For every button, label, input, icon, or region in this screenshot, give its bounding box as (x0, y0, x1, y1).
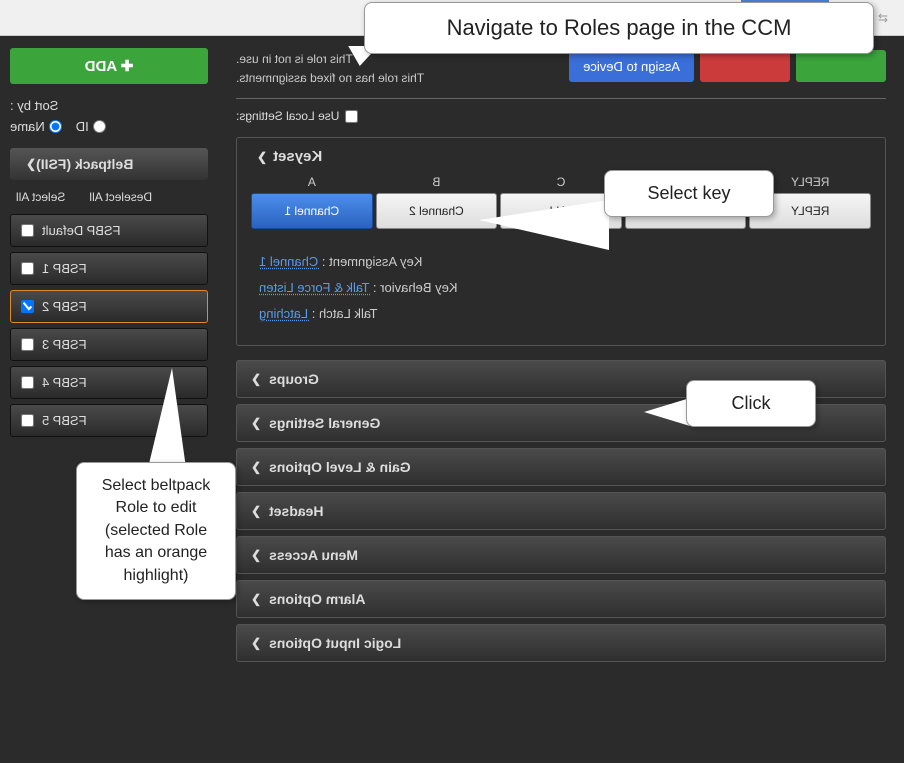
green-button[interactable] (796, 50, 886, 82)
role-label: FSBP 1 (42, 261, 87, 276)
callout-click: Click (686, 380, 816, 427)
role-checkbox[interactable] (21, 414, 34, 427)
callout-select-role: Select beltpack Role to edit (selected R… (76, 462, 236, 600)
role-label: FSBP Default (42, 223, 121, 238)
section-label: Gain & Level Options (269, 459, 411, 475)
chevron-right-icon: ❯ (251, 592, 261, 606)
keyset-title[interactable]: ❯ Keyset (251, 148, 871, 165)
group-label: Beltpack (FSII) (36, 156, 133, 172)
status-line: This role has no fixed assignments. (236, 69, 424, 88)
key-column-label: A (251, 175, 373, 189)
select-all-link[interactable]: Select All (16, 190, 65, 204)
chevron-right-icon: ❯ (251, 372, 261, 386)
sort-options: Name ID (10, 119, 208, 134)
role-checkbox[interactable] (21, 300, 34, 313)
section-label: Alarm Options (269, 591, 365, 607)
chevron-right-icon: ❯ (251, 636, 261, 650)
key-assignment-link[interactable]: Channel 1 (259, 254, 318, 269)
local-settings-row: Use Local Settings: (236, 109, 886, 123)
status-block: This role is not in use. This role has n… (236, 50, 424, 88)
key-behavior-link[interactable]: Talk & Force Listen (259, 280, 370, 295)
role-checkbox[interactable] (21, 224, 34, 237)
role-label: FSBP 3 (42, 337, 87, 352)
talk-latch-label: Talk Latch : (312, 306, 378, 321)
callout-select-key: Select key (604, 170, 774, 217)
talk-latch-link[interactable]: Latching (259, 306, 308, 321)
section-header[interactable]: ❯ Menu Access (236, 536, 886, 574)
section-header[interactable]: ❯ Alarm Options (236, 580, 886, 618)
section-label: Groups (269, 371, 319, 387)
role-label: FSBP 4 (42, 375, 87, 390)
section-label: Menu Access (269, 547, 358, 563)
section-header[interactable]: ❯ Headset (236, 492, 886, 530)
red-button[interactable] (700, 50, 790, 82)
chevron-right-icon: ❯ (251, 416, 261, 430)
local-settings-label: Use Local Settings: (236, 109, 339, 123)
chevron-right-icon: ❯ (251, 460, 261, 474)
select-links: Select All Deselect All (10, 190, 208, 204)
role-item[interactable]: FSBP 2 (10, 290, 208, 323)
role-item[interactable]: FSBP 3 (10, 328, 208, 361)
sort-id-option[interactable]: ID (76, 119, 106, 134)
section-label: Logic Input Options (269, 635, 401, 651)
local-settings-checkbox[interactable] (345, 110, 358, 123)
callout-tail (644, 398, 690, 426)
group-beltpack[interactable]: ❯ Beltpack (FSII) (10, 148, 208, 180)
sort-name-radio[interactable] (49, 120, 62, 133)
role-label: FSBP 5 (42, 413, 87, 428)
callout-tail (479, 200, 609, 250)
role-item[interactable]: FSBP Default (10, 214, 208, 247)
chevron-right-icon: ❯ (251, 504, 261, 518)
chevron-down-icon: ❯ (257, 150, 267, 164)
chevron-down-icon: ❯ (26, 157, 36, 171)
key-assignment-label: Key Assignment : (322, 254, 422, 269)
section-label: General Settings (269, 415, 380, 431)
key-behavior-label: Key Behavior : (373, 280, 458, 295)
key-column: A Channel 1 (251, 175, 373, 229)
key-button[interactable]: Channel 1 (251, 193, 373, 229)
section-header[interactable]: ❯ Logic Input Options (236, 624, 886, 662)
role-checkbox[interactable] (21, 262, 34, 275)
callout-tail (148, 368, 186, 468)
role-label: FSBP 2 (42, 299, 87, 314)
role-checkbox[interactable] (21, 376, 34, 389)
role-checkbox[interactable] (21, 338, 34, 351)
key-column-label: B (376, 175, 498, 189)
sort-id-radio[interactable] (93, 120, 106, 133)
assign-device-button[interactable]: Assign to Device (569, 50, 694, 82)
top-row: This role is not in use. This role has n… (236, 50, 886, 99)
key-info: Key Assignment : Channel 1 Key Behavior … (251, 249, 871, 327)
section-header[interactable]: ❯ Gain & Level Options (236, 448, 886, 486)
swap-icon: ⇄ (878, 11, 888, 25)
role-item[interactable]: FSBP 1 (10, 252, 208, 285)
section-label: Headset (269, 503, 323, 519)
chevron-right-icon: ❯ (251, 548, 261, 562)
sort-name-option[interactable]: Name (10, 119, 62, 134)
deselect-all-link[interactable]: Deselect All (89, 190, 152, 204)
add-button[interactable]: ✚ ADD (10, 48, 208, 84)
callout-navigate: Navigate to Roles page in the CCM (364, 2, 874, 54)
button-row: Assign to Device (569, 50, 886, 82)
sort-by-label: Sort by : (10, 98, 208, 113)
